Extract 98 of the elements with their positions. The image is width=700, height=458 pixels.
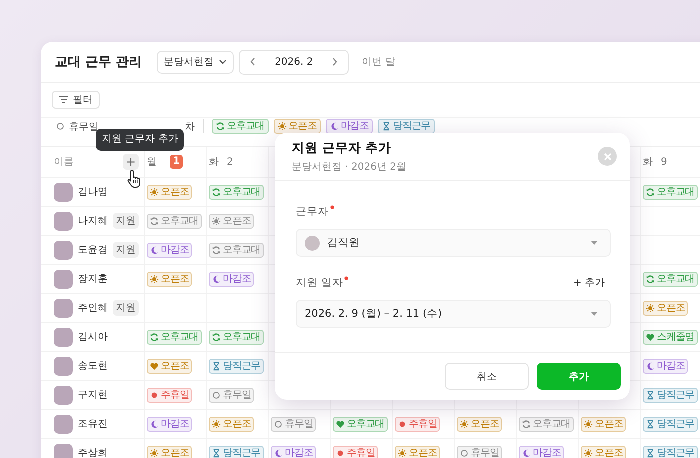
avatar: [54, 356, 73, 376]
select-field[interactable]: 김직원: [296, 229, 611, 257]
legend-label: 휴무일: [69, 120, 99, 134]
support-tag: 지원: [113, 300, 139, 316]
select-field[interactable]: 2026. 2. 9 (월) – 2. 11 (수): [296, 300, 611, 328]
shift-label: 당직근무: [657, 388, 695, 402]
month-label: 2026. 2: [275, 56, 314, 68]
employee-name: 주인혜: [78, 302, 108, 315]
shift-label: 오픈조: [409, 446, 438, 458]
shift-label: 마감조: [533, 446, 562, 458]
shift-label: 당직근무: [657, 446, 695, 458]
weekday-label: 월: [147, 156, 157, 169]
filter-icon: [59, 96, 69, 104]
add-button[interactable]: +: [123, 154, 139, 170]
avatar: [54, 270, 73, 288]
avatar: [54, 444, 73, 458]
close-icon: [604, 152, 612, 160]
shift-label: 오후교대: [161, 330, 199, 344]
weekday-label: 화: [643, 156, 653, 169]
shift-label: 오픈조: [223, 214, 252, 228]
shift-label: 오픈조: [161, 272, 190, 286]
shift-label: 오후교대: [347, 418, 385, 430]
add-link[interactable]: + 추가: [573, 276, 605, 290]
shift-label: 마감조: [340, 120, 370, 133]
shift-label: 마감조: [161, 244, 190, 256]
avatar: [54, 386, 73, 404]
employee-name: 도윤경: [78, 244, 108, 257]
shift-label: 오픈조: [288, 120, 317, 133]
legend-label: 차: [185, 120, 195, 134]
shift-label: 오픈조: [223, 418, 252, 430]
shift-label: 오픈조: [595, 418, 624, 430]
shift-label: 마감조: [285, 446, 314, 458]
avatar: [54, 328, 73, 346]
weekday-label: 화: [209, 156, 219, 169]
shift-label: 휴무일: [471, 446, 500, 458]
support-tag: 지원: [113, 242, 139, 258]
shift-label: 주휴일: [409, 418, 438, 430]
employee-name: 송도현: [78, 360, 108, 373]
shift-label: 오후교대: [223, 244, 261, 256]
shift-label: 휴무일: [223, 388, 252, 402]
shift-label: 오후교대: [227, 120, 265, 133]
this-month-link[interactable]: 이번 달: [362, 55, 396, 69]
shift-label: 당직근무: [223, 446, 261, 458]
shift-label: 오픈조: [657, 302, 686, 314]
shift-label: 오후교대: [223, 186, 261, 198]
date-label: 2: [226, 156, 234, 168]
shift-label: 당직근무: [223, 360, 261, 372]
field-label: 근무자: [296, 205, 329, 219]
cancel-button[interactable]: 취소: [445, 363, 529, 390]
employee-name: 나지혜: [78, 215, 108, 228]
shift-label: 당직근무: [657, 418, 695, 430]
branch-dropdown[interactable]: 분당서현점: [157, 50, 234, 74]
shift-label: 휴무일: [285, 418, 314, 430]
shift-label: 오후교대: [657, 272, 695, 286]
avatar: [54, 182, 73, 202]
employee-name: 김나영: [78, 186, 108, 199]
previous-month-icon[interactable]: [249, 57, 258, 67]
next-month-icon[interactable]: [331, 57, 340, 67]
column-header: 이름: [54, 156, 74, 169]
dropdown-caret-icon: [591, 241, 598, 245]
shift-label: 당직근무: [393, 120, 431, 133]
shift-label: 마감조: [161, 418, 190, 430]
shift-label: 오픈조: [161, 186, 190, 198]
circle-icon: [56, 122, 65, 131]
employee-name: 주상희: [78, 447, 108, 458]
employee-name: 조유진: [78, 418, 108, 431]
dropdown-caret-icon: [591, 312, 598, 316]
shift-label: 오후교대: [161, 214, 199, 228]
today-date-badge: 1: [170, 155, 183, 169]
tooltip: 지원 근무자 추가: [96, 129, 184, 151]
shift-label: 마감조: [657, 360, 686, 372]
avatar: [54, 298, 73, 318]
shift-label: 오픈조: [161, 446, 190, 458]
shift-label: 마감조: [223, 272, 252, 286]
field-label: 지원 일자: [296, 276, 344, 290]
avatar: [54, 240, 73, 260]
shift-label: 주휴일: [161, 388, 190, 402]
dialog-subtitle: 분당서현점 · 2026년 2월: [292, 160, 407, 174]
chevron-down-icon: [219, 59, 228, 65]
page-title: 교대 근무 관리: [55, 54, 142, 71]
employee-name: 김시아: [78, 331, 108, 344]
dialog-title: 지원 근무자 추가: [292, 140, 393, 156]
shift-label: 오픈조: [471, 418, 500, 430]
shift-label: 오픈조: [595, 446, 624, 458]
avatar: [54, 414, 73, 434]
shift-label: 오픈조: [161, 360, 190, 372]
filter-button[interactable]: 필터: [52, 91, 100, 109]
employee-name: 구지현: [78, 389, 108, 402]
shift-label: 오후교대: [223, 330, 261, 344]
date-label: 9: [660, 156, 668, 168]
hand-cursor-icon: [127, 169, 143, 189]
shift-label: 스케줄명: [657, 330, 695, 344]
shift-label: 오후교대: [657, 186, 695, 198]
avatar: [54, 212, 73, 230]
shift-label: 주휴일: [347, 446, 376, 458]
employee-name: 장지훈: [78, 273, 108, 286]
support-tag: 지원: [113, 213, 139, 229]
shift-label: 오후교대: [533, 418, 571, 430]
